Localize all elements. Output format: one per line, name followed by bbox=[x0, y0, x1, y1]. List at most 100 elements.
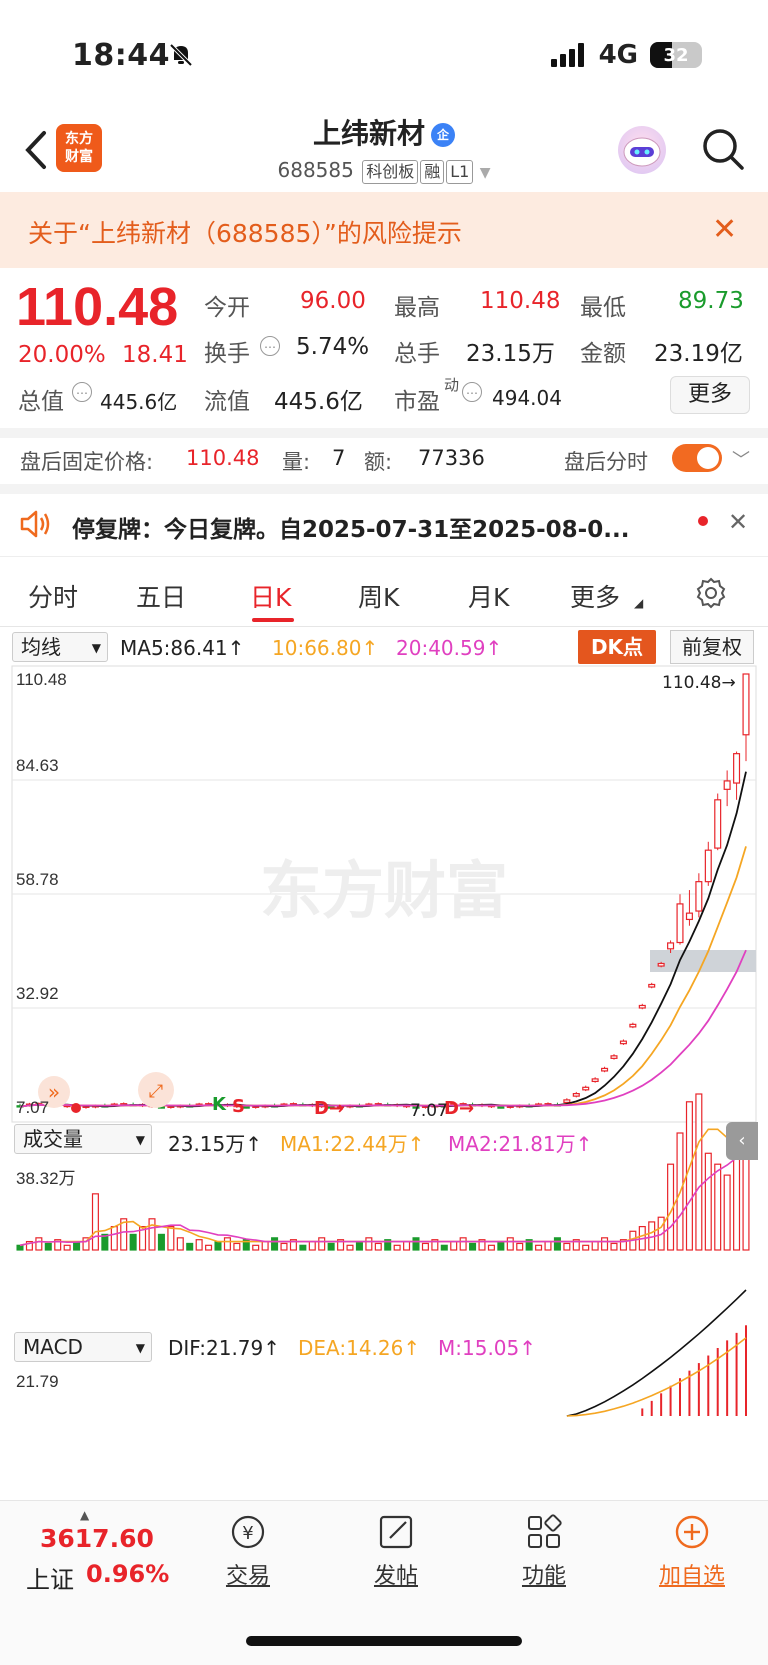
chevron-down-icon[interactable]: ﹀ bbox=[732, 446, 750, 472]
nav-trade[interactable]: ¥ 交易 bbox=[188, 1512, 308, 1590]
index-name[interactable]: 上证 bbox=[26, 1560, 74, 1595]
volume-ma-line bbox=[19, 1149, 747, 1247]
info-icon[interactable]: … bbox=[260, 336, 280, 356]
ma5-value: MA5:86.41↑ bbox=[120, 636, 245, 660]
more-button[interactable]: 更多 bbox=[670, 376, 750, 414]
volume-bar bbox=[271, 1237, 279, 1251]
change-amount: 18.41 bbox=[122, 342, 188, 368]
tab-five-day[interactable]: 五日 bbox=[136, 578, 186, 614]
risk-banner-text[interactable]: 关于“上纬新材（688585）”的风险提示 bbox=[28, 214, 462, 250]
marker-expand-icon: ⤢ bbox=[149, 1081, 164, 1102]
volume-bar bbox=[553, 1237, 561, 1251]
info-icon[interactable]: … bbox=[462, 382, 482, 402]
status-time: 18:44 bbox=[72, 38, 170, 73]
tab-timeshare[interactable]: 分时 bbox=[28, 578, 78, 614]
volume-bar bbox=[308, 1240, 316, 1251]
candle bbox=[591, 1078, 599, 1083]
volume-value: 23.15万 bbox=[466, 341, 555, 367]
indicator-select-volume[interactable]: 成交量 ▼ bbox=[14, 1124, 152, 1154]
volume-bar bbox=[223, 1237, 231, 1251]
after-hours-price: 110.48 bbox=[186, 446, 260, 470]
volume-bar bbox=[355, 1240, 363, 1251]
volume-bar bbox=[233, 1242, 241, 1251]
indicator-select-ma[interactable]: 均线 ▼ bbox=[12, 632, 108, 662]
after-hours-timeshare-label: 盘后分时 bbox=[564, 450, 648, 474]
after-hours-label: 盘后固定价格: bbox=[20, 450, 154, 474]
volume-bar bbox=[280, 1242, 288, 1251]
candle bbox=[648, 983, 656, 988]
indicator-select-macd[interactable]: MACD ▼ bbox=[14, 1332, 152, 1362]
chevron-down-icon[interactable]: ▼ bbox=[480, 165, 491, 181]
network-label: 4G bbox=[598, 40, 638, 70]
volume-bar bbox=[176, 1237, 184, 1251]
volume-bar bbox=[610, 1242, 618, 1251]
candle bbox=[582, 1086, 590, 1091]
change-percent: 20.00% bbox=[18, 342, 106, 368]
tab-weekly-k[interactable]: 周K bbox=[358, 578, 399, 614]
search-icon[interactable] bbox=[700, 126, 746, 172]
close-icon[interactable]: ✕ bbox=[728, 508, 748, 536]
suspension-notice[interactable]: 停复牌：今日复牌。自2025-07-31至2025-08-0... bbox=[72, 510, 672, 544]
volume-bar bbox=[327, 1242, 335, 1251]
volume-bar bbox=[261, 1240, 269, 1251]
mktcap-label: 总值 bbox=[18, 389, 64, 415]
grid-icon bbox=[524, 1512, 564, 1552]
candle bbox=[704, 849, 712, 883]
volume-bar bbox=[129, 1233, 137, 1251]
unread-dot bbox=[698, 516, 708, 526]
tab-daily-k[interactable]: 日K bbox=[250, 578, 291, 614]
marker-d: D→ bbox=[314, 1098, 344, 1119]
marker-d: D→ bbox=[444, 1098, 474, 1119]
macd-max-label: 21.79 bbox=[16, 1372, 59, 1391]
candle bbox=[619, 1040, 627, 1045]
adjust-button[interactable]: 前复权 bbox=[670, 630, 754, 664]
open-value: 96.00 bbox=[300, 288, 366, 314]
volume-bar bbox=[714, 1163, 722, 1251]
volume-bar bbox=[44, 1242, 52, 1251]
candle bbox=[723, 780, 731, 790]
last-price-label: 110.48→ bbox=[662, 673, 736, 693]
y-axis-label: 58.78 bbox=[16, 870, 59, 889]
after-hours-toggle[interactable] bbox=[672, 444, 722, 472]
candle bbox=[572, 1093, 580, 1097]
volume-bar bbox=[506, 1237, 514, 1251]
volume-bar bbox=[91, 1193, 99, 1251]
nav-add-watchlist[interactable]: 加自选 bbox=[632, 1512, 752, 1590]
pe-sup: 动 bbox=[444, 376, 460, 394]
marker-dot bbox=[71, 1103, 81, 1113]
float-label: 流值 bbox=[204, 389, 250, 415]
index-value[interactable]: 3617.60 bbox=[40, 1524, 154, 1553]
index-percent[interactable]: 0.96% bbox=[86, 1560, 169, 1588]
assistant-robot-icon[interactable] bbox=[618, 126, 666, 174]
volume-bar bbox=[601, 1237, 609, 1251]
after-hours-vol-label: 量: bbox=[282, 450, 311, 474]
mktcap-value: 445.6亿 bbox=[100, 390, 178, 414]
volume-bar bbox=[16, 1244, 24, 1251]
settings-gear-icon[interactable] bbox=[694, 576, 728, 610]
edit-icon bbox=[376, 1512, 416, 1552]
status-indicators: 4G 32 bbox=[550, 40, 702, 70]
nav-post[interactable]: 发帖 bbox=[336, 1512, 456, 1590]
tab-monthly-k[interactable]: 月K bbox=[468, 578, 509, 614]
volume-bar bbox=[35, 1237, 43, 1251]
turnover-value: 5.74% bbox=[296, 334, 370, 360]
macd-dea-line bbox=[566, 1337, 747, 1417]
ma20-value: 20:40.59↑ bbox=[396, 636, 503, 660]
volume-bar bbox=[582, 1244, 590, 1251]
volume-bar bbox=[252, 1244, 260, 1251]
dk-point-button[interactable]: DK点 bbox=[578, 630, 656, 664]
nav-functions[interactable]: 功能 bbox=[484, 1512, 604, 1590]
volume-bar bbox=[374, 1242, 382, 1251]
candle bbox=[610, 1055, 618, 1059]
kline-chart[interactable]: 东方财富 » ⤢ K S D→ D→ 7.07 110.48→ bbox=[0, 664, 768, 1500]
collapse-arrow-icon[interactable]: ‹ bbox=[726, 1122, 758, 1160]
info-icon[interactable]: … bbox=[72, 382, 92, 402]
close-icon[interactable]: ✕ bbox=[712, 212, 737, 247]
low-price-label: 7.07 bbox=[410, 1101, 448, 1121]
tag-margin: 融 bbox=[420, 160, 445, 184]
candle bbox=[676, 903, 684, 944]
candle bbox=[685, 912, 693, 921]
tab-more[interactable]: 更多 bbox=[570, 578, 620, 614]
volume-bar bbox=[110, 1225, 118, 1251]
after-hours-vol: 7 bbox=[332, 446, 346, 470]
